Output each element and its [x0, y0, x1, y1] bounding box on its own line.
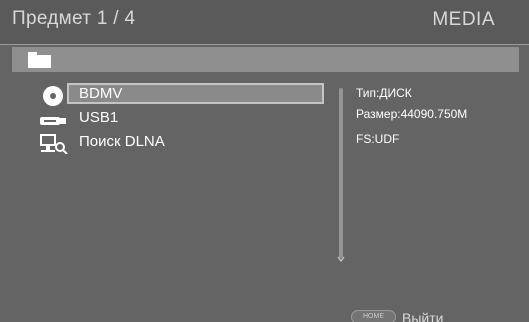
header-bar: Предмет 1 / 4 MEDIA	[0, 0, 529, 44]
media-screen: Предмет 1 / 4 MEDIA BDMV USB1 Поиск DLNA…	[0, 0, 529, 322]
exit-label: Выйти	[402, 310, 444, 322]
device-list: BDMV USB1 Поиск DLNA	[36, 83, 332, 155]
list-item-label: BDMV	[79, 85, 123, 102]
scrollbar-track	[339, 88, 343, 258]
info-type: Тип:ДИСК	[356, 86, 412, 100]
home-key-icon: HOME	[351, 310, 396, 322]
list-item-label: Поиск DLNA	[79, 133, 165, 150]
list-item-dlna-search[interactable]: Поиск DLNA	[36, 131, 332, 155]
info-panel: Тип:ДИСК Размер:44090.750M FS:UDF	[356, 86, 467, 153]
folder-icon	[28, 52, 51, 68]
list-item-label: USB1	[79, 109, 119, 126]
mode-label: MEDIA	[432, 9, 495, 30]
chevron-down-icon	[337, 256, 345, 262]
item-counter-title: Предмет 1 / 4	[12, 8, 136, 29]
info-filesystem: FS:UDF	[356, 132, 400, 146]
disc-icon	[43, 86, 63, 106]
usb-icon	[40, 117, 66, 125]
scrollbar[interactable]	[337, 88, 345, 272]
footer-hint: HOME Выйти	[351, 307, 451, 322]
path-bar	[12, 47, 519, 72]
dlna-search-icon	[40, 134, 68, 154]
header-divider	[0, 44, 529, 45]
list-item-usb1[interactable]: USB1	[36, 107, 332, 131]
info-size: Размер:44090.750M	[356, 107, 468, 121]
list-item-bdmv[interactable]: BDMV	[36, 83, 332, 107]
